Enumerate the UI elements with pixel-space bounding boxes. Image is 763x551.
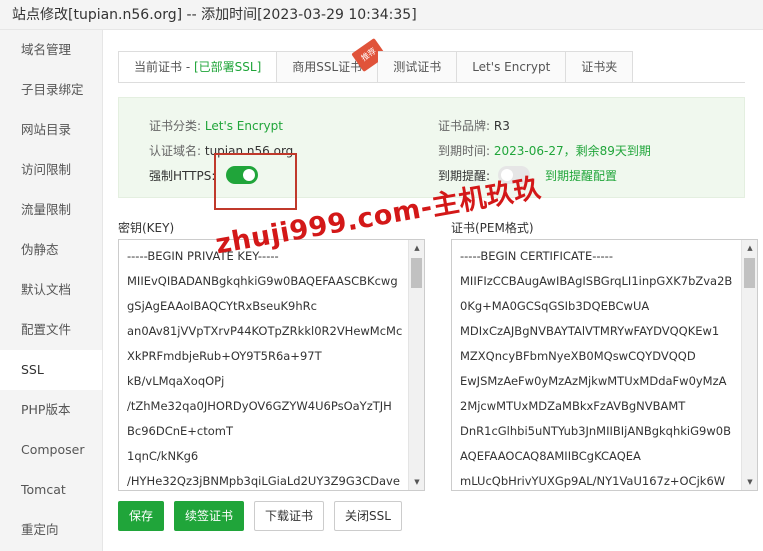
tab-commercial-ssl[interactable]: 商用SSL证书 推荐 xyxy=(277,37,387,83)
key-line: MIIEvQIBADANBgkqhkiG9w0BAQEFAASCBKcwg xyxy=(127,274,398,288)
sidebar-item-ssl[interactable]: SSL xyxy=(0,350,102,390)
sidebar-item-rewrite[interactable]: 伪静态 xyxy=(0,230,102,270)
sidebar-item-redirect[interactable]: 重定向 xyxy=(0,510,102,550)
key-scroll-thumb[interactable] xyxy=(411,258,422,288)
sidebar-item-composer[interactable]: Composer xyxy=(0,430,102,470)
scroll-up-icon[interactable]: ▲ xyxy=(409,240,424,256)
cert-line: EwJSMzAeFw0yMzAzMjkwMTUxMDdaFw0yMzA xyxy=(460,374,727,388)
cert-line: -----BEGIN CERTIFICATE----- xyxy=(460,249,613,263)
private-key-textarea[interactable]: -----BEGIN PRIVATE KEY----- MIIEvQIBADAN… xyxy=(118,239,425,491)
sidebar-item-php-version[interactable]: PHP版本 xyxy=(0,390,102,430)
cert-line: DnR1cGlhbi5uNTYub3JnMIIBIjANBgkqhkiG9w0B xyxy=(460,424,731,438)
cert-line: 0Kg+MA0GCSqGSIb3DQEBCwUA xyxy=(460,299,650,313)
tab-commercial-ssl-label: 商用SSL证书 xyxy=(292,60,363,74)
tab-divider xyxy=(118,82,745,83)
scroll-down-icon[interactable]: ▼ xyxy=(742,474,757,490)
cert-line: MDIxCzAJBgNVBAYTAlVTMRYwFAYDVQQKEw1 xyxy=(460,324,720,338)
key-line: XkPRFmdbjeRub+OY9T5R6a+97T xyxy=(127,349,322,363)
cert-category-value: Let's Encrypt xyxy=(204,119,283,133)
cert-category: 证书分类: Let's Encrypt xyxy=(149,117,283,135)
tab-cert-folder[interactable]: 证书夹 xyxy=(566,51,634,83)
key-line: kB/vLMqaXoqOPj xyxy=(127,374,225,388)
scroll-down-icon[interactable]: ▼ xyxy=(409,474,424,490)
key-line: 1qnC/kNKg6 xyxy=(127,449,199,463)
ssl-tabs: 当前证书 - [已部署SSL] 商用SSL证书 推荐 测试证书 Let's En… xyxy=(118,37,634,83)
cert-expire: 到期时间: 2023-06-27，剩余89天到期 xyxy=(438,142,651,160)
sidebar-item-site-dir[interactable]: 网站目录 xyxy=(0,110,102,150)
renew-cert-button[interactable]: 续签证书 xyxy=(174,501,245,531)
cert-brand-label: 证书品牌: xyxy=(438,119,491,133)
sidebar-item-config-file[interactable]: 配置文件 xyxy=(0,310,102,350)
cert-brand-value: R3 xyxy=(493,119,510,133)
key-line: gSjAgEAAoIBAQCYtRxBseuK9hRc xyxy=(127,299,317,313)
certificate-textarea[interactable]: -----BEGIN CERTIFICATE----- MIIFIzCCBAug… xyxy=(451,239,758,491)
sidebar-item-tomcat[interactable]: Tomcat xyxy=(0,470,102,510)
window-title: 站点修改[tupian.n56.org] -- 添加时间[2023-03-29 … xyxy=(0,0,763,30)
sidebar-item-domain[interactable]: 域名管理 xyxy=(0,30,102,70)
key-line: /tZhMe32qa0JHORDyOV6GZYW4U6PsOaYzTJH xyxy=(127,399,392,413)
key-label: 密钥(KEY) xyxy=(118,221,175,235)
cert-expire-label: 到期时间: xyxy=(438,144,491,158)
close-ssl-button[interactable]: 关闭SSL xyxy=(334,501,402,531)
sidebar-item-traffic-limit[interactable]: 流量限制 xyxy=(0,190,102,230)
sidebar-item-access-limit[interactable]: 访问限制 xyxy=(0,150,102,190)
key-line: Bc96DCnE+ctomT xyxy=(127,424,234,438)
tab-lets-encrypt[interactable]: Let's Encrypt xyxy=(457,51,567,83)
save-button[interactable]: 保存 xyxy=(118,501,165,531)
ssl-deployed-status: [已部署SSL] xyxy=(193,60,262,74)
remind-config-link[interactable]: 到期提醒配置 xyxy=(545,167,617,185)
cert-scrollbar[interactable]: ▲ ▼ xyxy=(741,240,757,490)
cert-label: 证书(PEM格式) xyxy=(451,221,534,235)
tab-current-cert[interactable]: 当前证书 - [已部署SSL] xyxy=(118,51,278,83)
cert-expire-value: 2023-06-27，剩余89天到期 xyxy=(493,144,651,158)
cert-info-panel: 证书分类: Let's Encrypt 证书品牌: R3 认证域名: tupia… xyxy=(118,97,745,198)
scroll-up-icon[interactable]: ▲ xyxy=(742,240,757,256)
cert-brand: 证书品牌: R3 xyxy=(438,117,510,135)
sidebar: 域名管理 子目录绑定 网站目录 访问限制 流量限制 伪静态 默认文档 配置文件 … xyxy=(0,30,103,551)
sidebar-item-subdir[interactable]: 子目录绑定 xyxy=(0,70,102,110)
download-cert-button[interactable]: 下载证书 xyxy=(254,501,325,531)
cert-line: MZXQncyBFbmNyeXB0MQswCQYDVQQD xyxy=(460,349,696,363)
tab-test-cert[interactable]: 测试证书 xyxy=(378,51,458,83)
cert-line: mLUcQbHrivYUXGp9AL/NY1VaU167z+OCjk6W xyxy=(460,474,726,488)
cert-line: 2MjcwMTUxMDZaMBkxFzAVBgNVBAMT xyxy=(460,399,686,413)
key-scrollbar[interactable]: ▲ ▼ xyxy=(408,240,424,490)
cert-domain-label: 认证域名: xyxy=(149,144,202,158)
cert-line: MIIFIzCCBAugAwIBAgISBGrqLI1inpGXK7bZva2B xyxy=(460,274,733,288)
key-line: /HYHe32Qz3jBNMpb3qiLGiaLd2UY3Z9G3CDave xyxy=(127,474,400,488)
key-line: an0Av81jVVpTXrvP44KOTpZRkkl0R2VHewMcMc xyxy=(127,324,402,338)
force-https-label: 强制HTTPS: xyxy=(149,169,216,183)
tab-current-cert-label: 当前证书 - xyxy=(134,60,194,74)
cert-category-label: 证书分类: xyxy=(149,119,202,133)
highlight-box xyxy=(214,153,297,210)
cert-line: AQEFAAOCAQ8AMIIBCgKCAQEA xyxy=(460,449,641,463)
sidebar-item-default-doc[interactable]: 默认文档 xyxy=(0,270,102,310)
cert-scroll-thumb[interactable] xyxy=(744,258,755,288)
